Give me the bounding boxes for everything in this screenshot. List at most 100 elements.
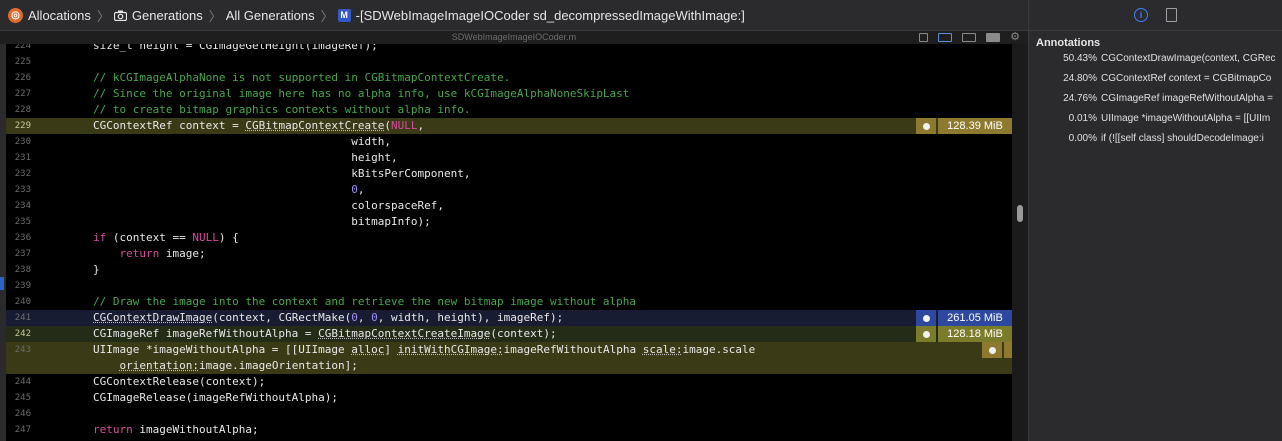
code-line[interactable]: 241 CGContextDrawImage(context, CGRectMak…: [6, 310, 1012, 326]
memory-badge[interactable]: 261.05 MiB: [916, 310, 1012, 326]
line-number: 238: [14, 265, 31, 275]
document-icon[interactable]: [919, 33, 929, 42]
code-token: initWithCGImage:: [397, 343, 504, 356]
inspector-panel: i Annotations 50.43% CGContextDrawImage(c…: [1029, 0, 1282, 441]
code-token: // Draw the image into the context and r…: [93, 295, 637, 308]
code-token: }: [93, 263, 100, 276]
code-text: width,: [93, 134, 391, 150]
code-line[interactable]: 234 colorspaceRef,: [6, 198, 1012, 214]
code-token: 0: [351, 183, 358, 196]
scrollbar-thumb[interactable]: [1017, 205, 1023, 222]
code-token: imageRefWithoutAlpha: [503, 343, 643, 356]
annotation-text: UIImage *imageWithoutAlpha = [[UIIm: [1101, 113, 1271, 124]
code-line[interactable]: 225: [6, 54, 1012, 70]
line-number: 244: [14, 377, 31, 387]
annotation-row[interactable]: 24.76% CGImageRef imageRefWithoutAlpha =: [1029, 93, 1282, 113]
allocations-icon: ◎: [8, 7, 23, 23]
split-view-icon[interactable]: [986, 33, 1001, 42]
annotation-row[interactable]: 0.00% if (![[self class] shouldDecodeImag…: [1029, 133, 1282, 153]
code-line[interactable]: 243 UIImage *imageWithoutAlpha = [[UIImag…: [6, 342, 1012, 358]
gutter-marker: [0, 277, 4, 290]
code-text: CGContextRelease(context);: [93, 374, 265, 390]
memory-badge[interactable]: [982, 342, 1012, 358]
line-number: 245: [14, 393, 31, 403]
code-line[interactable]: 242 CGImageRef imageRefWithoutAlpha = CGB…: [6, 326, 1012, 342]
code-line[interactable]: 240 // Draw the image into the context an…: [6, 294, 1012, 310]
code-text: CGContextRef context = CGBitmapContextCr…: [93, 118, 424, 134]
code-line[interactable]: 247 return imageWithoutAlpha;: [6, 422, 1012, 438]
code-line[interactable]: 226 // kCGImageAlphaNone is not supported…: [6, 70, 1012, 86]
code-token: CGBitmapContextCreateImage: [318, 327, 491, 340]
file-icon[interactable]: [1166, 8, 1177, 22]
breadcrumb-method[interactable]: M -[SDWebImageImageIOCoder sd_decompress…: [337, 0, 745, 30]
method-icon: M: [337, 8, 351, 22]
code-line[interactable]: 238}: [6, 262, 1012, 278]
disclosure-icon[interactable]: [916, 326, 936, 342]
code-line[interactable]: 237 return image;: [6, 246, 1012, 262]
code-line[interactable]: 231 height,: [6, 150, 1012, 166]
code-text: // kCGImageAlphaNone is not supported in…: [93, 70, 510, 86]
code-line[interactable]: 232 kBitsPerComponent,: [6, 166, 1012, 182]
camera-icon: [113, 10, 127, 21]
code-line[interactable]: 224 size_t height = CGImageGetHeight(imag…: [6, 44, 1012, 54]
code-token: CGImageRef imageRefWithoutAlpha =: [93, 327, 319, 340]
gear-icon[interactable]: ⚙: [1010, 31, 1020, 44]
annotation-text: CGImageRef imageRefWithoutAlpha =: [1101, 93, 1274, 104]
memory-value: 128.18 MiB: [938, 326, 1012, 342]
code-token: UIImage *imageWithoutAlpha = [[UIImage: [93, 343, 352, 356]
annotations-title: Annotations: [1036, 37, 1101, 49]
breadcrumb-all-generations[interactable]: All Generations: [226, 0, 315, 30]
code-line[interactable]: 245 CGImageRelease(imageRefWithoutAlpha);: [6, 390, 1012, 406]
code-token: width,: [93, 135, 392, 148]
memory-badge[interactable]: 128.39 MiB: [916, 118, 1012, 134]
code-token: CGContextRelease(context);: [93, 375, 266, 388]
code-line[interactable]: 228 // to create bitmap graphics contexts…: [6, 102, 1012, 118]
code-token: scale:: [642, 343, 683, 356]
line-number: 225: [14, 57, 31, 67]
vertical-scrollbar[interactable]: [1012, 44, 1028, 441]
chevron-right-icon: 〉: [96, 8, 110, 24]
code-line[interactable]: 244 CGContextRelease(context);: [6, 374, 1012, 390]
breadcrumb-generations[interactable]: Generations: [113, 0, 203, 30]
line-number: 229: [14, 121, 31, 131]
code-text: }: [93, 262, 100, 278]
annotation-row[interactable]: 24.80% CGContextRef context = CGBitmapCo: [1029, 73, 1282, 93]
editor-toolbar: ⚙: [919, 31, 1020, 44]
code-line[interactable]: 236 if (context == NULL) {: [6, 230, 1012, 246]
code-line[interactable]: 229 CGContextRef context = CGBitmapContex…: [6, 118, 1012, 134]
breadcrumb-allocations[interactable]: ◎ Allocations: [0, 0, 91, 30]
code-line[interactable]: 233 0,: [6, 182, 1012, 198]
annotation-text: if (![[self class] shouldDecodeImage:i: [1101, 133, 1264, 144]
code-editor[interactable]: 224 size_t height = CGImageGetHeight(imag…: [6, 44, 1012, 441]
flag-icon[interactable]: [938, 33, 953, 42]
disclosure-icon[interactable]: [916, 118, 936, 134]
annotation-percent: 0.00%: [1068, 133, 1097, 144]
code-line[interactable]: 239: [6, 278, 1012, 294]
code-line[interactable]: 227 // Since the original image here has …: [6, 86, 1012, 102]
line-number: 237: [14, 249, 31, 259]
editor-header: SDWebImageImageIOCoder.m ⚙: [0, 31, 1028, 44]
disclosure-icon[interactable]: [916, 310, 936, 326]
code-text: size_t height = CGImageGetHeight(imageRe…: [93, 44, 378, 54]
layout-icon[interactable]: [962, 33, 977, 42]
memory-badge[interactable]: 128.18 MiB: [916, 326, 1012, 342]
line-number: 246: [14, 409, 31, 419]
info-icon[interactable]: i: [1134, 8, 1148, 22]
code-text: // to create bitmap graphics contexts wi…: [93, 102, 471, 118]
code-line[interactable]: 230 width,: [6, 134, 1012, 150]
code-token: return: [119, 247, 160, 260]
code-token: (context ==: [106, 231, 193, 244]
breadcrumb-label: -[SDWebImageImageIOCoder sd_decompressed…: [355, 7, 745, 23]
annotation-row[interactable]: 0.01% UIImage *imageWithoutAlpha = [[UIIm: [1029, 113, 1282, 133]
line-number: 230: [14, 137, 31, 147]
code-line[interactable]: 246: [6, 406, 1012, 422]
code-line[interactable]: 235 bitmapInfo);: [6, 214, 1012, 230]
code-token: bitmapInfo);: [93, 215, 431, 228]
annotation-percent: 24.80%: [1063, 73, 1097, 84]
disclosure-icon[interactable]: [982, 342, 1002, 358]
code-line[interactable]: orientation:image.imageOrientation];: [6, 358, 1012, 374]
code-token: image.imageOrientation];: [198, 359, 358, 372]
annotation-row[interactable]: 50.43% CGContextDrawImage(context, CGRec: [1029, 53, 1282, 73]
line-number: 227: [14, 89, 31, 99]
